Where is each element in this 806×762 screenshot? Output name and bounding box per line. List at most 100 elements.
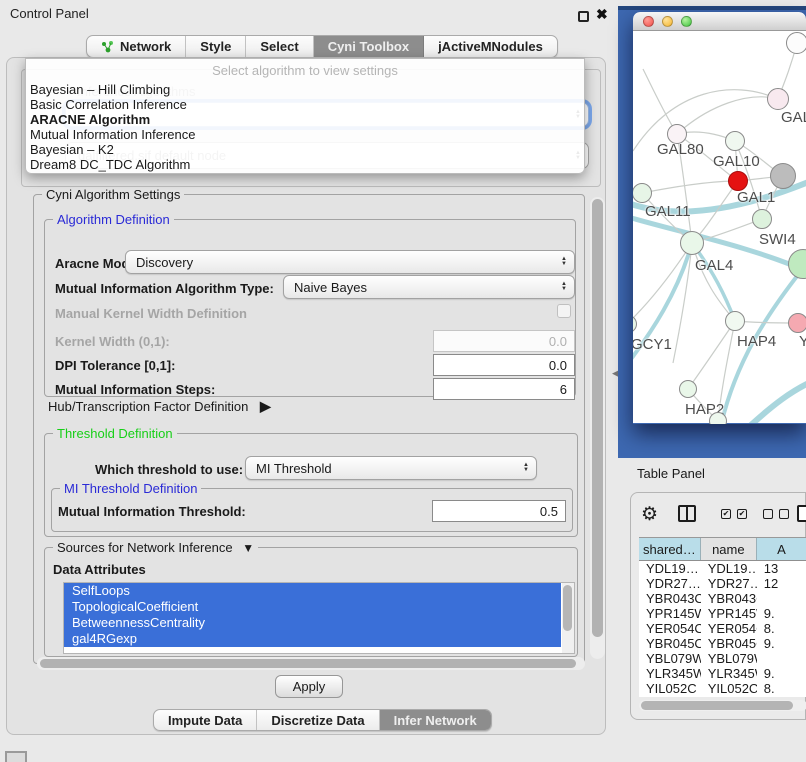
tab-discretize-data[interactable]: Discretize Data — [257, 710, 379, 730]
float-window-icon[interactable] — [578, 11, 589, 22]
network-canvas[interactable]: GAL8GAL80GAL10GAL1GAL11SWI4GAL4HAP4YGCY1… — [633, 31, 806, 423]
column-header-shared-name[interactable]: shared… — [639, 538, 701, 560]
dropdown-item[interactable]: ARACNE Algorithm — [26, 112, 584, 127]
column-header-clipped[interactable]: A — [757, 538, 806, 560]
which-threshold-combo[interactable]: MI Threshold — [245, 456, 537, 480]
settings-vertical-scrollbar[interactable] — [590, 197, 605, 659]
hub-definition-expander[interactable]: Hub/Transcription Factor Definition ▶ — [48, 398, 271, 415]
table-panel-title: Table Panel — [637, 466, 705, 481]
attribute-item[interactable]: gal4RGexp — [64, 631, 561, 647]
network-node-GAL8[interactable] — [767, 88, 789, 110]
mi-threshold-field[interactable]: 0.5 — [432, 500, 566, 522]
attributes-scrollbar-thumb[interactable] — [563, 585, 572, 631]
split-columns-icon[interactable] — [678, 505, 696, 522]
network-node[interactable] — [709, 412, 727, 424]
network-node-Y[interactable] — [788, 313, 806, 333]
table-row[interactable]: YBR043C YBR043C — [639, 591, 806, 606]
network-view-window[interactable]: GAL8GAL80GAL10GAL1GAL11SWI4GAL4HAP4YGCY1… — [633, 12, 806, 424]
table-row[interactable]: YLR345W YLR345W 9. — [639, 666, 806, 681]
mi-type-combo[interactable]: Naive Bayes — [283, 275, 575, 299]
unchecked-checkbox-icon[interactable] — [779, 509, 789, 519]
dropdown-item[interactable]: Dream8 DC_TDC Algorithm — [26, 157, 584, 172]
manual-kernel-label: Manual Kernel Width Definition — [55, 306, 247, 321]
dpi-tolerance-label: DPI Tolerance [0,1]: — [55, 358, 175, 373]
tab-cyni-toolbox[interactable]: Cyni Toolbox — [314, 36, 424, 57]
sources-group: Sources for Network Inference ▼ Data Att… — [44, 547, 578, 657]
network-node-GAL11[interactable] — [633, 183, 652, 203]
collapsed-panel-button[interactable] — [5, 751, 27, 762]
minimize-traffic-light[interactable] — [662, 16, 673, 27]
table-row[interactable]: YER054C YER054C 8. — [639, 621, 806, 636]
data-attributes-list[interactable]: SelfLoopsTopologicalCoefficientBetweenne… — [63, 582, 575, 654]
network-window-titlebar[interactable] — [633, 12, 806, 31]
network-node-HAP2[interactable] — [679, 380, 697, 398]
close-traffic-light[interactable] — [643, 16, 654, 27]
tab-style[interactable]: Style — [186, 36, 246, 57]
tab-network[interactable]: Network — [87, 36, 186, 57]
combo-arrows-icon — [561, 257, 567, 267]
tab-impute-data[interactable]: Impute Data — [154, 710, 257, 730]
network-node-GAL4[interactable] — [680, 231, 704, 255]
table-horizontal-scrollbar[interactable] — [639, 700, 806, 711]
node-label-GAL1: GAL1 — [737, 189, 775, 206]
aracne-mode-combo[interactable]: Discovery — [125, 250, 575, 274]
node-table[interactable]: shared… name A YDL19… YDL19… 13 YDR27… Y… — [639, 537, 806, 697]
cell-value: 8. — [757, 621, 806, 636]
table-row[interactable]: YDR27… YDR27… 12 — [639, 576, 806, 591]
cell-name: YBR045C — [701, 636, 757, 651]
table-hscroll-thumb[interactable] — [641, 701, 793, 710]
settings-hscroll-thumb[interactable] — [40, 659, 576, 668]
cell-value: 13 — [757, 561, 806, 576]
table-body: YDL19… YDL19… 13 YDR27… YDR27… 12 YBR043… — [639, 561, 806, 696]
network-node[interactable] — [770, 163, 796, 189]
kernel-width-field[interactable]: 0.0 — [433, 330, 575, 352]
column-header-name[interactable]: name — [701, 538, 757, 560]
gear-icon[interactable]: ⚙ — [641, 503, 658, 526]
mi-steps-field[interactable]: 6 — [433, 378, 575, 400]
dropdown-item[interactable]: Bayesian – Hill Climbing — [26, 82, 584, 97]
attribute-item[interactable]: BetweennessCentrality — [64, 615, 561, 631]
unchecked-checkbox-icon[interactable] — [763, 509, 773, 519]
checked-checkbox-icon[interactable] — [737, 509, 747, 519]
table-row[interactable]: YPR145W YPR145W 9. — [639, 606, 806, 621]
expander-collapsed-icon: ▶ — [260, 398, 271, 414]
tab-infer-network[interactable]: Infer Network — [380, 710, 491, 730]
apply-button-label: Apply — [293, 679, 326, 694]
table-row[interactable]: YDL19… YDL19… 13 — [639, 561, 806, 576]
close-icon[interactable]: ✖ — [596, 6, 608, 23]
sources-group-title[interactable]: Sources for Network Inference ▼ — [53, 540, 258, 555]
network-node-HAP4[interactable] — [725, 311, 745, 331]
cell-shared-name: YLR345W — [639, 666, 701, 681]
new-table-icon[interactable] — [797, 505, 806, 522]
cell-shared-name: YBR043C — [639, 591, 701, 606]
dropdown-item[interactable]: Mutual Information Inference — [26, 127, 584, 142]
attributes-scrollbar[interactable] — [562, 583, 574, 653]
dropdown-item[interactable]: Basic Correlation Inference — [26, 97, 584, 112]
table-row[interactable]: YBR045C YBR045C 9. — [639, 636, 806, 651]
tab-jactivemnodules[interactable]: jActiveMNodules — [424, 36, 557, 57]
dropdown-item[interactable]: Bayesian – K2 — [26, 142, 584, 157]
data-attributes-label: Data Attributes — [53, 562, 146, 577]
apply-button[interactable]: Apply — [275, 675, 343, 698]
attribute-item[interactable]: SelfLoops — [64, 583, 561, 599]
network-node-GAL1[interactable] — [728, 171, 748, 191]
cell-shared-name: YDL19… — [639, 561, 701, 576]
cell-shared-name: YIL052C — [639, 681, 701, 696]
checked-checkbox-icon[interactable] — [721, 509, 731, 519]
table-row[interactable]: YBL079W YBL079W — [639, 651, 806, 666]
node-label-GCY1: GCY1 — [633, 336, 672, 353]
cell-shared-name: YBL079W — [639, 651, 701, 666]
tab-select[interactable]: Select — [246, 36, 313, 57]
attribute-item[interactable]: TopologicalCoefficient — [64, 599, 561, 615]
network-node[interactable] — [786, 32, 806, 54]
cell-name: YIL052C — [701, 681, 757, 696]
manual-kernel-checkbox[interactable] — [557, 304, 571, 318]
network-node-GAL10[interactable] — [725, 131, 745, 151]
zoom-traffic-light[interactable] — [681, 16, 692, 27]
dpi-tolerance-field[interactable]: 0.0 — [433, 354, 575, 376]
tab-discretize-label: Discretize Data — [271, 713, 364, 728]
settings-vscroll-thumb[interactable] — [592, 199, 603, 637]
settings-horizontal-scrollbar[interactable] — [37, 657, 585, 670]
table-row[interactable]: YIL052C YIL052C 8. — [639, 681, 806, 696]
network-node-SWI4[interactable] — [752, 209, 772, 229]
